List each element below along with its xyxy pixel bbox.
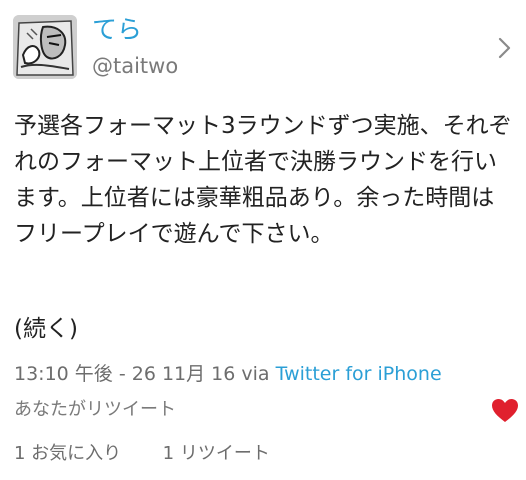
heart-icon[interactable] [491, 398, 519, 424]
tweet-timestamp: 13:10 午後 - 26 11月 16 [14, 363, 236, 385]
tweet-stats: 1 お気に入り 1 リツイート [14, 441, 270, 467]
retweet-status: あなたがリツイート [14, 399, 176, 420]
avatar-image [13, 15, 77, 79]
tweet-text: 予選各フォーマット3ラウンドずつ実施、それぞれのフォーマット上位者で決勝ラウンド… [14, 113, 512, 247]
user-handle[interactable]: @taitwo [92, 52, 178, 80]
chevron-right-icon[interactable] [497, 36, 513, 60]
retweets-count[interactable]: 1 リツイート [163, 443, 270, 464]
tweet-continuation: (続く) [14, 316, 78, 342]
display-name[interactable]: てら [92, 14, 142, 46]
avatar[interactable] [13, 15, 77, 79]
client-link[interactable]: Twitter for iPhone [276, 363, 442, 385]
likes-count[interactable]: 1 お気に入り [14, 443, 121, 464]
via-label: via [241, 363, 270, 385]
tweet-meta: 13:10 午後 - 26 11月 16 via Twitter for iPh… [14, 361, 442, 387]
tweet-author-header[interactable]: てら @taitwo [0, 0, 526, 90]
